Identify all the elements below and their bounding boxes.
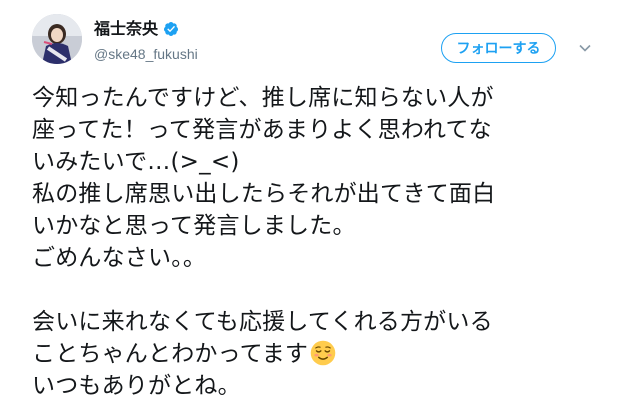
tweet-line: 会いに来れなくても応援してくれる方がいる	[32, 309, 493, 335]
tweet-line: 座ってた！って発言があまりよく思われてな	[32, 117, 492, 143]
follow-button[interactable]: フォローする	[441, 33, 556, 63]
tweet-line: 今知ったんですけど、推し席に知らない人が	[32, 85, 494, 111]
tweet-line-with-emoji: ことちゃんとわかってます	[32, 338, 607, 370]
tweet-line: 私の推し席思い出したらそれが出てきて面白	[32, 181, 496, 207]
relieved-face-emoji-icon	[310, 340, 336, 366]
handle[interactable]: @ske48_fukushi	[94, 45, 198, 63]
tweet-header: 福士奈央 @ske48_fukushi フォローする	[0, 0, 623, 80]
chevron-down-icon[interactable]	[578, 41, 592, 55]
tweet-text: 今知ったんですけど、推し席に知らない人が 座ってた！って発言があまりよく思われて…	[32, 82, 607, 402]
tweet-line: ごめんなさい。。	[32, 245, 207, 271]
tweet-line: いみたいで…(>_<)	[32, 149, 240, 175]
tweet-line-text: ことちゃんとわかってます	[32, 341, 309, 367]
display-name[interactable]: 福士奈央	[94, 19, 158, 39]
tweet-line: いつもありがとね。	[32, 373, 241, 399]
tweet-line: いかなと思って発言しました。	[32, 213, 356, 239]
avatar[interactable]	[32, 14, 82, 64]
verified-badge-icon	[163, 22, 178, 36]
avatar-image	[32, 14, 82, 64]
